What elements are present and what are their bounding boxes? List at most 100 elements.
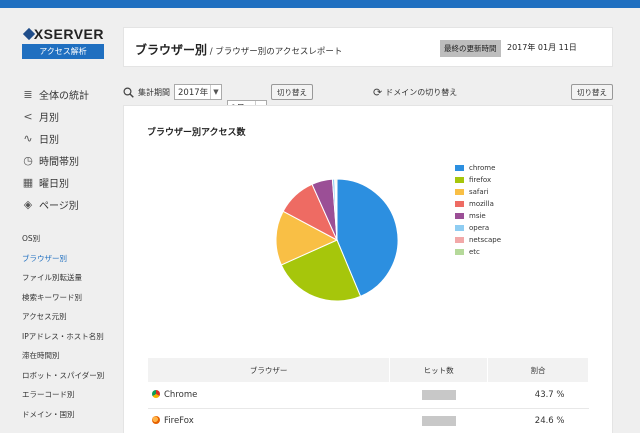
legend-swatch xyxy=(455,177,464,183)
sidebar-subitem-5[interactable]: IPアドレス・ホスト名別 xyxy=(22,327,117,347)
ratio-cell: 43.7 % xyxy=(487,382,589,409)
legend-label: firefox xyxy=(469,176,492,184)
chart-legend: chrome firefox safari mozilla msie opera netsc… xyxy=(455,162,501,258)
hits-cell xyxy=(389,382,488,409)
logo-top: XSERVER xyxy=(22,26,104,42)
legend-label: opera xyxy=(469,224,490,232)
sidebar-item-label: ページ別 xyxy=(39,200,79,212)
refresh-icon: ⟳ xyxy=(373,85,383,99)
sidebar-item-5[interactable]: ◈ ページ別 xyxy=(22,193,117,215)
sidebar-item-label: 曜日別 xyxy=(39,178,69,190)
legend-item: mozilla xyxy=(455,198,501,210)
sidebar-subitem-4[interactable]: アクセス元別 xyxy=(22,307,117,327)
controls-bar: 集計期間 2017年 ▼ 1月 ▼ 切り替え ⟳ ドメインの切り替え ▼ 切り替… xyxy=(123,84,613,132)
period-label: 集計期間 xyxy=(138,87,170,97)
legend-item: netscape xyxy=(455,234,501,246)
sidebar-item-label: 日別 xyxy=(39,134,59,146)
browser-name: FireFox xyxy=(164,416,194,426)
column-header-ratio: 割合 xyxy=(487,358,589,382)
hits-cell xyxy=(389,408,488,433)
sidebar-item-label: 時間帯別 xyxy=(39,156,79,168)
sidebar-main-nav: ≣ 全体の統計 < 月別 ∿ 日別 ◷ 時間帯別 ▦ 曜日別 ◈ ページ別 xyxy=(22,83,117,215)
sidebar-subitem-7[interactable]: ロボット・スパイダー別 xyxy=(22,366,117,386)
column-header-hits: ヒット数 xyxy=(389,358,489,382)
sidebar-item-label: 全体の統計 xyxy=(39,90,89,102)
column-header-browser: ブラウザー xyxy=(148,358,391,382)
page-title: ブラウザー別 / ブラウザー別のアクセスレポート xyxy=(135,41,342,58)
browser-table: ブラウザー ヒット数 割合 Chrome 43.7 % FireFox 24.6 % xyxy=(148,358,589,433)
legend-swatch xyxy=(455,225,464,231)
page-header: ブラウザー別 / ブラウザー別のアクセスレポート 最終の更新時間 2017年 0… xyxy=(123,27,613,67)
pie-chart xyxy=(275,178,399,302)
logo-mark-icon xyxy=(22,27,31,41)
sidebar-subitem-9[interactable]: ドメイン・国別 xyxy=(22,405,117,425)
legend-label: etc xyxy=(469,248,480,256)
sidebar-item-1[interactable]: < 月別 xyxy=(22,105,117,127)
sidebar-item-label: 月別 xyxy=(39,112,59,124)
sidebar-subitem-1[interactable]: ブラウザー別 xyxy=(22,249,117,269)
page-title-text: ブラウザー別 xyxy=(135,43,208,57)
legend-label: safari xyxy=(469,188,489,196)
legend-label: mozilla xyxy=(469,200,494,208)
clock-icon: ◷ xyxy=(23,153,33,167)
browser-name: Chrome xyxy=(164,389,198,400)
sidebar-item-4[interactable]: ▦ 曜日別 xyxy=(22,171,117,193)
hits-redacted xyxy=(421,389,456,400)
period-switch-button[interactable]: 切り替え xyxy=(271,84,313,100)
sidebar-subitem-8[interactable]: エラーコード別 xyxy=(22,385,117,405)
sidebar-subitem-3[interactable]: 検索キーワード別 xyxy=(22,288,117,308)
report-card: ブラウザー別アクセス数 chrome firefox safari mozilla ms… xyxy=(123,105,613,433)
calendar-icon: ▦ xyxy=(22,175,34,189)
chevron-down-icon: ▼ xyxy=(210,85,221,99)
browser-cell: Chrome xyxy=(148,382,390,409)
legend-item: msie xyxy=(455,210,501,222)
period-group: 集計期間 xyxy=(123,84,170,100)
legend-item: firefox xyxy=(455,174,501,186)
legend-swatch xyxy=(455,201,464,207)
search-icon xyxy=(123,86,134,98)
year-value: 2017年 xyxy=(178,88,209,98)
top-bar xyxy=(0,0,640,8)
year-select[interactable]: 2017年 ▼ xyxy=(174,84,222,100)
legend-item: safari xyxy=(455,186,501,198)
table-row: FireFox 24.6 % xyxy=(148,408,589,433)
legend-swatch xyxy=(455,249,464,255)
sidebar-subitem-6[interactable]: 滞在時間別 xyxy=(22,346,117,366)
breadcrumb: / ブラウザー別のアクセスレポート xyxy=(207,47,343,57)
brand-name: XSERVER xyxy=(33,26,104,42)
sidebar-item-2[interactable]: ∿ 日別 xyxy=(22,127,117,149)
logo[interactable]: XSERVER アクセス解析 xyxy=(22,26,104,59)
domain-switch-button[interactable]: 切り替え xyxy=(571,84,613,100)
legend-label: chrome xyxy=(469,164,496,172)
share-icon: < xyxy=(23,109,33,123)
sidebar-item-3[interactable]: ◷ 時間帯別 xyxy=(22,149,117,171)
chrome-icon xyxy=(152,389,160,398)
sidebar-item-0[interactable]: ≣ 全体の統計 xyxy=(22,83,117,105)
legend-label: netscape xyxy=(469,236,502,244)
browser-cell: FireFox xyxy=(148,408,390,433)
bar-chart-icon: ≣ xyxy=(23,87,33,101)
domain-group: ⟳ ドメインの切り替え xyxy=(373,84,457,100)
table-row: Chrome 43.7 % xyxy=(148,382,589,409)
sidebar-subitem-0[interactable]: OS別 xyxy=(22,229,117,249)
table-header-row: ブラウザー ヒット数 割合 xyxy=(148,358,589,382)
legend-swatch xyxy=(455,213,464,219)
domain-label: ドメインの切り替え xyxy=(385,87,458,97)
updated-value: 2017年 01月 11日 xyxy=(507,43,577,52)
sidebar-subitem-2[interactable]: ファイル別転送量 xyxy=(22,268,117,288)
legend-item: opera xyxy=(455,222,501,234)
legend-swatch xyxy=(455,189,464,195)
legend-swatch xyxy=(455,237,464,243)
legend-swatch xyxy=(455,165,464,171)
updated-label: 最終の更新時間 xyxy=(440,40,501,57)
hits-redacted xyxy=(421,415,456,426)
ratio-cell: 24.6 % xyxy=(487,408,589,433)
legend-label: msie xyxy=(469,212,486,220)
layers-icon: ◈ xyxy=(23,197,33,211)
sidebar-sub-nav: OS別 ブラウザー別 ファイル別転送量 検索キーワード別 アクセス元別 IPアドレス・ホス… xyxy=(22,229,117,424)
firefox-icon xyxy=(152,416,160,424)
brand-subtitle: アクセス解析 xyxy=(22,44,104,59)
legend-item: chrome xyxy=(455,162,501,174)
legend-item: etc xyxy=(455,246,501,258)
line-chart-icon: ∿ xyxy=(23,131,33,145)
